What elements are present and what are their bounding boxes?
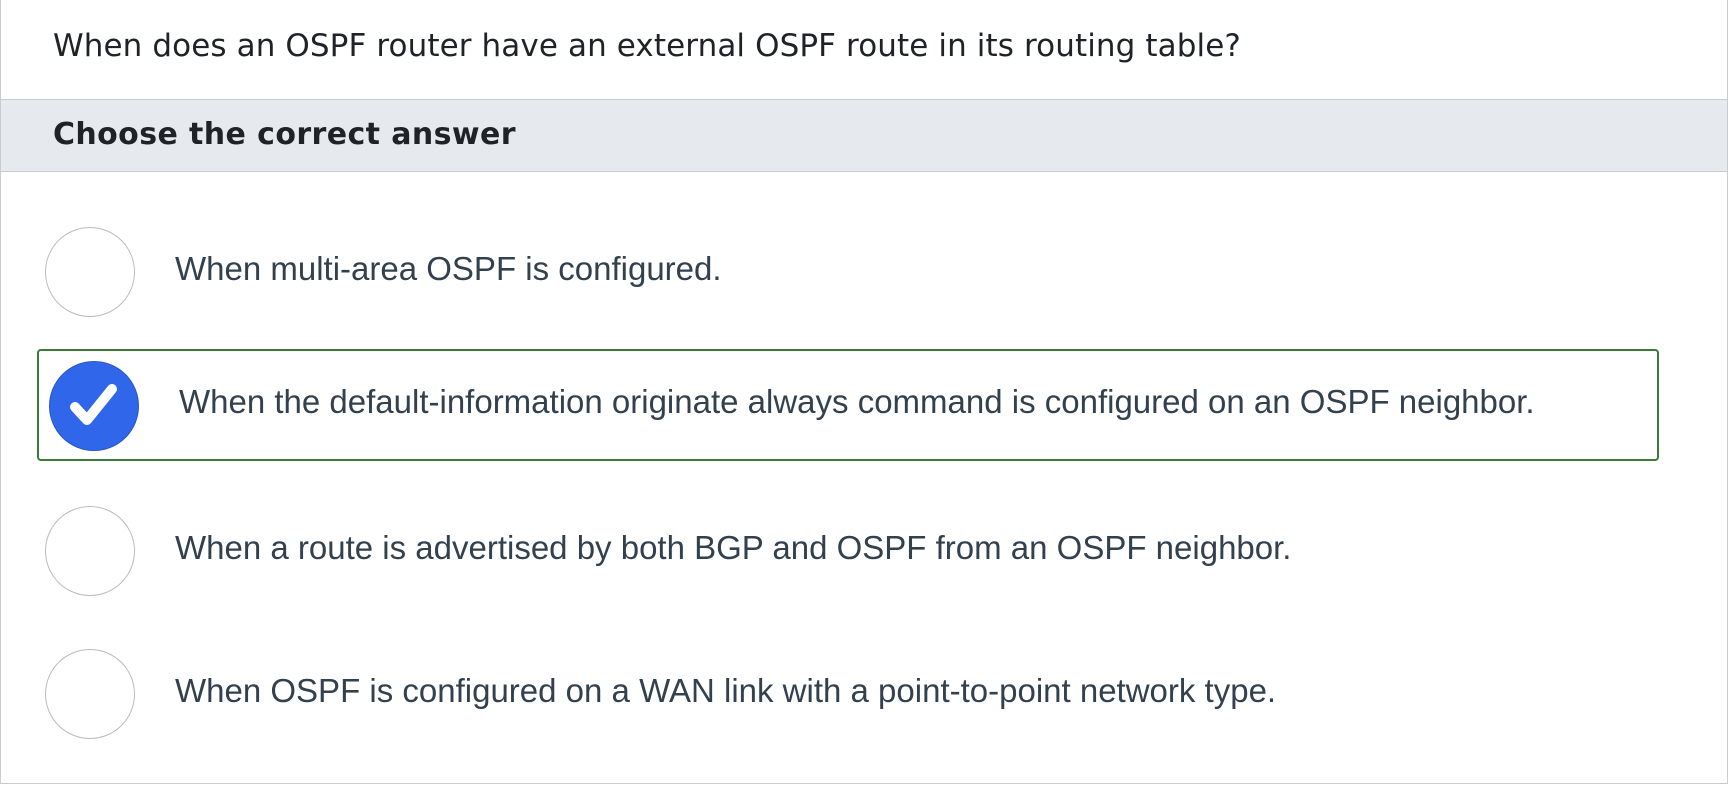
radio-button[interactable] [45, 506, 135, 596]
radio-button[interactable] [45, 227, 135, 317]
answer-option-label: When the default-information originate a… [179, 383, 1535, 420]
checkmark-icon [70, 384, 117, 425]
quiz-card: When does an OSPF router have an externa… [0, 0, 1728, 784]
answer-option-label: When a route is advertised by both BGP a… [175, 529, 1292, 566]
radio-button-selected[interactable] [49, 361, 139, 451]
question-text: When does an OSPF router have an externa… [53, 28, 1241, 64]
instruction-text: Choose the correct answer [53, 117, 516, 152]
answer-option-2[interactable]: When the default-information originate a… [37, 349, 1659, 461]
radio-button[interactable] [45, 649, 135, 739]
answer-option-label: When multi-area OSPF is configured. [175, 250, 722, 287]
answer-option-4[interactable]: When OSPF is configured on a WAN link wi… [37, 628, 1659, 740]
answer-option-1[interactable]: When multi-area OSPF is configured. [37, 206, 1659, 318]
instruction-bar: Choose the correct answer [1, 99, 1727, 172]
answer-option-label: When OSPF is configured on a WAN link wi… [175, 672, 1277, 709]
answer-option-3[interactable]: When a route is advertised by both BGP a… [37, 485, 1659, 597]
